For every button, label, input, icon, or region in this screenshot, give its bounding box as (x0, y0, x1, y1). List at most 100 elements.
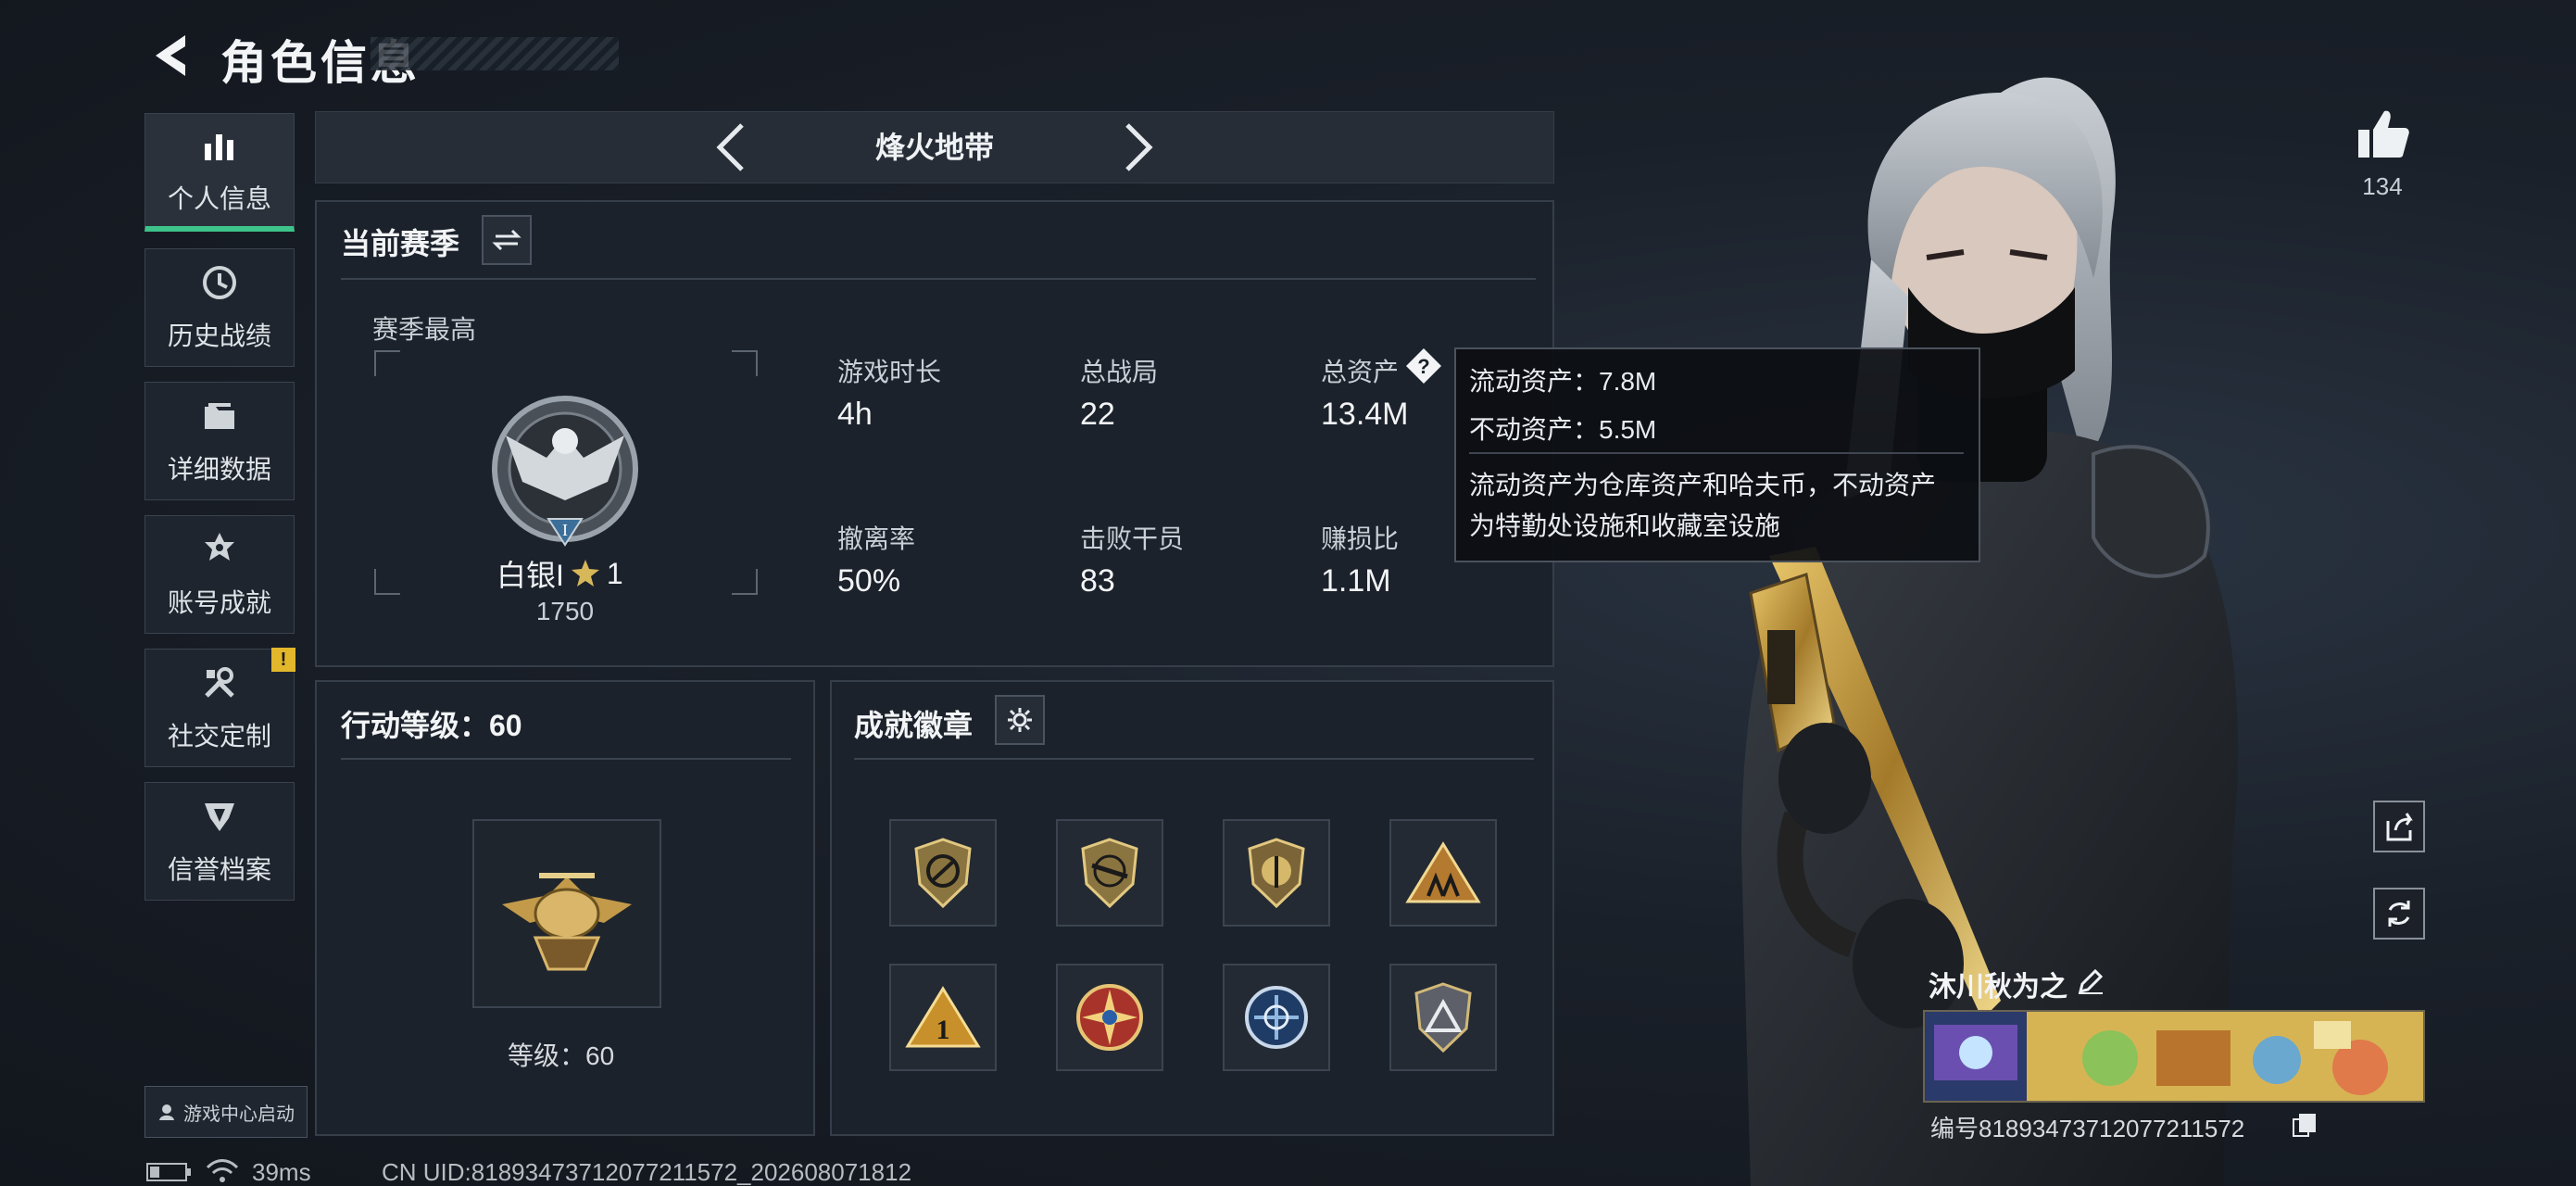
stat-value-profit-ratio: 1.1M (1321, 563, 1391, 599)
sidebar-item-profile[interactable]: 个人信息 (145, 113, 295, 232)
warning-badge: ! (271, 648, 295, 672)
rank-score: 1750 (535, 597, 595, 625)
svg-text:1: 1 (936, 1015, 950, 1045)
season-title: 当前赛季 (341, 227, 460, 260)
tooltip-fixed-assets: 不动资产：5.5M (1469, 415, 1657, 444)
frame-corner (374, 350, 400, 376)
refresh-button[interactable] (2373, 888, 2425, 940)
sidebar-item-label: 信誉档案 (167, 855, 271, 884)
sidebar-item-label: 账号成就 (167, 588, 271, 617)
sidebar-item-reputation[interactable]: 信誉档案 (145, 782, 295, 901)
frame-corner (732, 350, 758, 376)
achievement-badge-5[interactable]: 1 (889, 964, 997, 1071)
shield-sword-icon (1248, 838, 1305, 909)
sidebar-item-social[interactable]: 社交定制 ! (145, 648, 295, 767)
player-id: 编号818934737120772115​72 (1930, 1115, 2245, 1142)
badges-divider (854, 758, 1534, 760)
sidebar-item-history[interactable]: 历史战绩 (145, 248, 295, 367)
ping-value: 39ms (252, 1158, 311, 1186)
action-level-divider (341, 758, 791, 760)
player-name: 沐川秋为之 (1929, 972, 2067, 1003)
achievement-badge-4[interactable] (1389, 819, 1497, 927)
uid-text: CN UID:818934737120772115​72_20260807181… (382, 1158, 912, 1186)
star-compass-icon (1076, 984, 1143, 1051)
history-clock-icon (199, 262, 240, 303)
stat-label-kills: 击败干员 (1080, 524, 1185, 553)
badges-title: 成就徽章 (854, 709, 974, 742)
medal-icon (199, 529, 240, 570)
star-icon (571, 560, 599, 587)
frame-corner (374, 569, 400, 595)
level-emblem-frame (472, 819, 661, 1008)
share-icon (2386, 813, 2413, 841)
season-best-label: 赛季最高 (372, 315, 477, 344)
map-name: 烽火地带 (874, 131, 994, 164)
question-icon: ? (1406, 348, 1441, 384)
sidebar-item-label: 历史战绩 (167, 322, 271, 350)
player-card-banner[interactable] (1923, 1010, 2425, 1103)
stat-label-matches: 总战局 (1080, 358, 1159, 386)
pencil-icon (2078, 968, 2104, 994)
shield-triangle-icon (1414, 982, 1472, 1054)
triangle-one-icon: 1 (905, 986, 981, 1048)
chevron-left-icon (716, 123, 744, 171)
like-count: 134 (2362, 172, 2403, 200)
stat-value-kills: 83 (1080, 563, 1115, 599)
blue-crest-icon (1245, 986, 1308, 1049)
achievement-badge-3[interactable] (1223, 819, 1330, 927)
rank-name: 白银I (496, 559, 564, 592)
like-button[interactable] (2353, 104, 2412, 163)
achievement-badge-6[interactable] (1056, 964, 1163, 1071)
achievement-badge-8[interactable] (1389, 964, 1497, 1071)
sidebar-item-details[interactable]: 详细数据 (145, 382, 295, 500)
tools-icon (199, 662, 240, 703)
badges-settings-button[interactable] (995, 695, 1045, 745)
swap-icon (492, 229, 521, 251)
bar-chart-icon (199, 125, 240, 166)
sidebar-item-achievements[interactable]: 账号成就 (145, 515, 295, 634)
stat-value-assets: 13.4M (1321, 397, 1409, 432)
battery-icon (146, 1163, 191, 1181)
stat-label-playtime: 游戏时长 (837, 358, 942, 386)
achievement-badge-1[interactable] (889, 819, 997, 927)
tooltip-divider (1469, 452, 1964, 454)
rank-stars: 1 (606, 556, 623, 590)
stat-value-matches: 22 (1080, 397, 1115, 432)
shield-no-gun-icon (914, 838, 972, 909)
assets-help-button[interactable]: ? (1404, 347, 1443, 385)
shield-rifle-icon (1081, 838, 1138, 909)
season-switch-button[interactable] (482, 215, 532, 265)
stat-label-assets: 总资产 (1321, 358, 1400, 386)
copy-id-button[interactable] (2292, 1112, 2318, 1138)
title-decoration (371, 37, 619, 70)
card-banner-art (1925, 1012, 2423, 1101)
svg-text:?: ? (1417, 355, 1429, 378)
achievement-badge-2[interactable] (1056, 819, 1163, 927)
game-center-launch-button[interactable]: 游戏中心启动 (145, 1086, 308, 1138)
back-arrow-icon[interactable] (146, 28, 193, 83)
refresh-icon (2388, 901, 2410, 927)
tooltip-description-line1: 流动资产为仓库资产和哈夫币，不动资产 (1469, 471, 1937, 499)
season-divider (341, 278, 1536, 280)
rank-emblem-numeral: I (562, 521, 568, 539)
stat-label-profit-ratio: 赚损比 (1321, 524, 1400, 553)
map-prev-button[interactable] (702, 111, 758, 183)
thumbs-up-icon (2358, 110, 2409, 158)
sidebar-item-label: 个人信息 (167, 183, 271, 213)
achievement-badge-7[interactable] (1223, 964, 1330, 1071)
game-center-label: 游戏中心启动 (183, 1104, 295, 1125)
chevron-right-icon (1125, 123, 1153, 171)
action-level-title: 行动等级：60 (341, 709, 522, 742)
tooltip-description-line2: 为特勤处设施和收藏室设施 (1469, 511, 1781, 540)
wifi-icon (206, 1159, 239, 1182)
game-center-icon (159, 1104, 174, 1120)
gear-icon (1008, 708, 1032, 732)
stat-value-playtime: 4h (837, 397, 873, 432)
edit-name-button[interactable] (2077, 967, 2106, 997)
reputation-icon (199, 796, 240, 837)
share-button[interactable] (2373, 801, 2425, 852)
map-next-button[interactable] (1112, 111, 1167, 183)
helicopter-emblem-icon (502, 873, 632, 971)
copy-icon (2293, 1114, 2316, 1137)
rank-display: 白银I 1 (496, 552, 623, 595)
